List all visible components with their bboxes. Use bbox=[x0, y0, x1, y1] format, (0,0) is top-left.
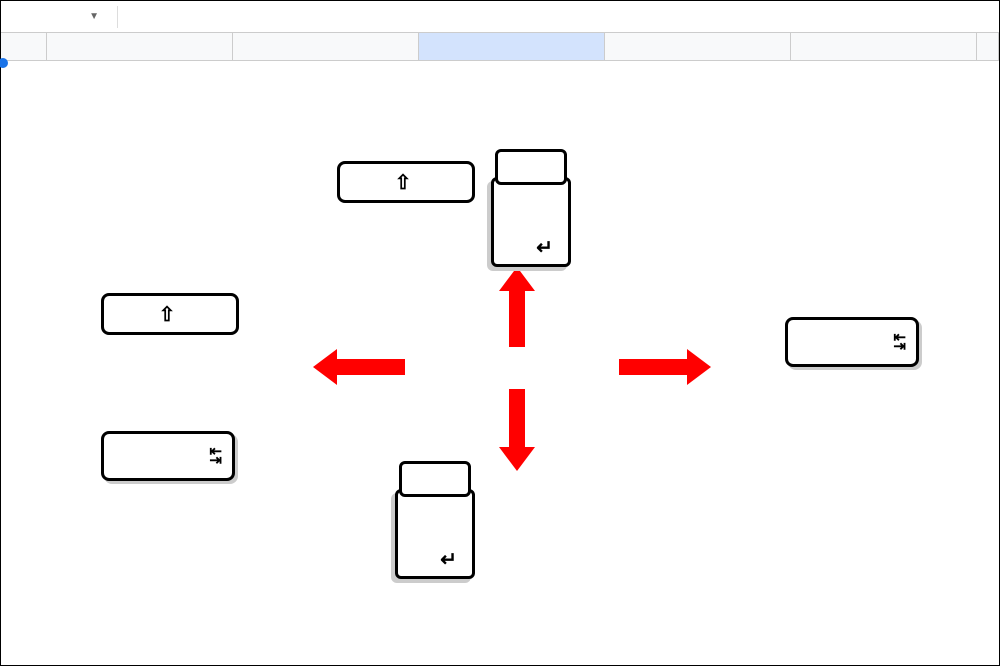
arrow-left-head bbox=[313, 349, 337, 385]
spreadsheet-grid[interactable] bbox=[1, 33, 999, 61]
col-header-E[interactable] bbox=[791, 33, 977, 60]
shift-key-up: ⇧ bbox=[337, 161, 475, 203]
name-box[interactable]: ▼ bbox=[1, 1, 109, 32]
enter-label-box bbox=[495, 149, 567, 185]
arrow-right bbox=[619, 359, 689, 375]
shift-arrow-icon: ⇧ bbox=[159, 302, 176, 327]
col-header-A[interactable] bbox=[47, 33, 233, 60]
formula-bar: ▼ bbox=[1, 1, 999, 33]
arrow-up-head bbox=[499, 267, 535, 291]
annotation-overlay: ⇧ ↵ ⇧ ⇤⇥ ⇤⇥ ↵ bbox=[1, 61, 999, 667]
arrow-down-head bbox=[499, 447, 535, 471]
separator bbox=[117, 6, 118, 28]
col-header-extra[interactable] bbox=[977, 33, 999, 60]
enter-key-body bbox=[491, 177, 571, 267]
select-all-corner[interactable] bbox=[1, 33, 47, 60]
active-cell-outline bbox=[1, 61, 5, 65]
col-header-B[interactable] bbox=[233, 33, 419, 60]
enter-key-body bbox=[395, 489, 475, 579]
tab-key-right: ⇤⇥ bbox=[785, 317, 919, 367]
shift-arrow-icon: ⇧ bbox=[395, 170, 412, 195]
arrow-up bbox=[509, 287, 525, 347]
dropdown-icon[interactable]: ▼ bbox=[89, 11, 99, 22]
tab-arrows-icon: ⇤⇥ bbox=[893, 333, 906, 351]
col-header-C[interactable] bbox=[419, 33, 605, 60]
arrow-left bbox=[335, 359, 405, 375]
tab-arrows-icon: ⇤⇥ bbox=[209, 447, 222, 465]
arrow-down bbox=[509, 389, 525, 449]
arrow-right-head bbox=[687, 349, 711, 385]
col-header-D[interactable] bbox=[605, 33, 791, 60]
tab-key-left: ⇤⇥ bbox=[101, 431, 235, 481]
enter-label-box bbox=[399, 461, 471, 497]
shift-key-left: ⇧ bbox=[101, 293, 239, 335]
column-headers bbox=[1, 33, 999, 61]
